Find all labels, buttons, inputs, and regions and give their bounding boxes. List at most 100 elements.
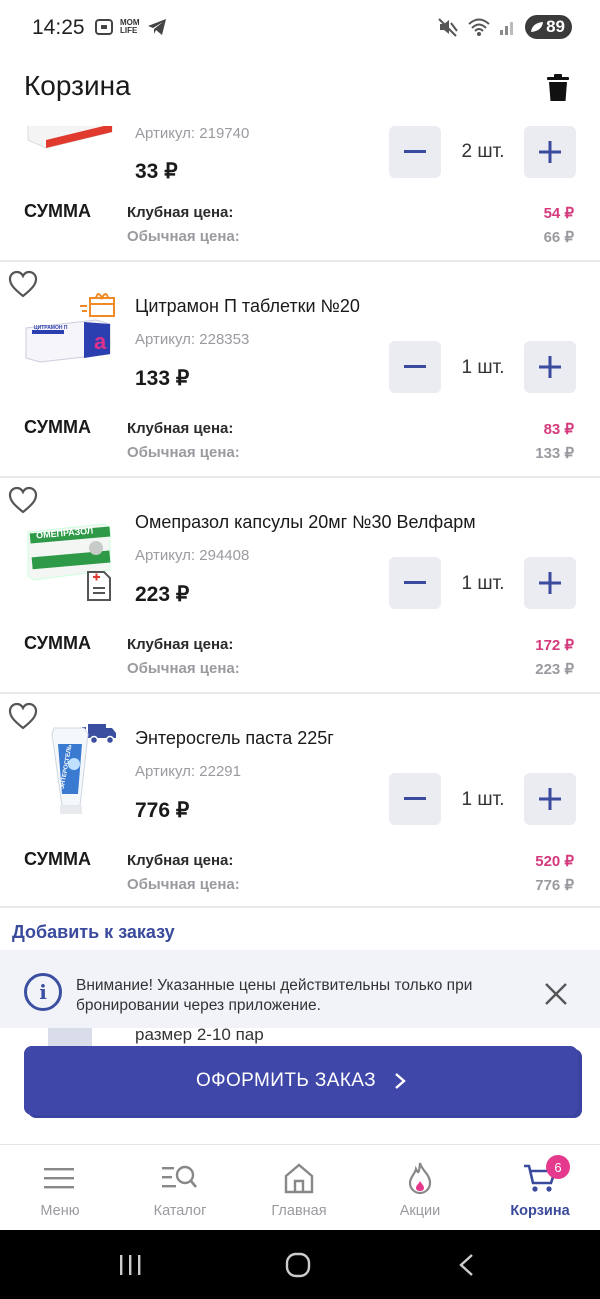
prescription-icon xyxy=(84,570,114,602)
increase-quantity-button[interactable] xyxy=(524,557,576,609)
increase-quantity-button[interactable] xyxy=(524,773,576,825)
back-system-button[interactable] xyxy=(446,1250,486,1280)
heart-icon xyxy=(8,270,38,298)
battery-indicator: 89 xyxy=(525,15,572,39)
increase-quantity-button[interactable] xyxy=(524,341,576,393)
price-notice-banner: i Внимание! Указанные цены действительны… xyxy=(0,950,600,1028)
club-price-label: Клубная цена: xyxy=(127,204,234,221)
heart-icon xyxy=(8,486,38,514)
nav-item-promotions[interactable]: Акции xyxy=(360,1145,480,1231)
cart-item: a ЦИТРАМОН П Цитрамон П таблетки №20 Арт… xyxy=(0,262,600,478)
heart-icon xyxy=(8,702,38,730)
wifi-icon xyxy=(468,18,490,36)
regular-price-label: Обычная цена: xyxy=(127,228,240,245)
nav-item-home[interactable]: Главная xyxy=(239,1145,359,1231)
club-price: 172 ₽ xyxy=(535,637,574,654)
home-icon xyxy=(281,1161,317,1195)
product-name: Энтеросгель паста 225г xyxy=(135,728,334,748)
status-right: 89 xyxy=(437,15,572,39)
back-chevron-icon xyxy=(459,1254,473,1276)
sum-label: СУММА xyxy=(24,417,91,437)
operator-badge: MOM LIFE xyxy=(120,18,140,35)
minus-icon xyxy=(404,581,426,584)
regular-price: 133 ₽ xyxy=(535,445,574,462)
club-price: 54 ₽ xyxy=(543,205,574,222)
product-price: 223 ₽ xyxy=(135,583,190,606)
bottom-navigation: Меню Каталог Главная Акции 6 Корзина xyxy=(0,1144,600,1230)
product-name: Цитрамон П таблетки №20 xyxy=(135,296,360,316)
club-price-label: Клубная цена: xyxy=(127,420,234,437)
suggested-item-name: размер 2-10 пар xyxy=(135,1028,264,1044)
suggested-item-image xyxy=(48,1028,92,1048)
battery-level: 89 xyxy=(546,17,565,36)
regular-price-label: Обычная цена: xyxy=(127,876,240,893)
chevron-right-icon xyxy=(395,1072,406,1089)
product-name: Омепразол капсулы 20мг №30 Велфарм xyxy=(135,512,476,532)
home-system-button[interactable] xyxy=(278,1250,318,1280)
decrease-quantity-button[interactable] xyxy=(389,341,441,393)
regular-price-label: Обычная цена: xyxy=(127,660,240,677)
cart-item: ЭНТЕРОСГЕЛЬ Энтеросгель паста 225г Артик… xyxy=(0,694,600,908)
product-price: 133 ₽ xyxy=(135,367,190,390)
recent-apps-button[interactable] xyxy=(110,1250,150,1280)
trash-icon xyxy=(547,74,569,101)
home-circle-icon xyxy=(285,1252,311,1278)
product-image: ЭНТЕРОСГЕЛЬ xyxy=(44,724,94,816)
decrease-quantity-button[interactable] xyxy=(389,773,441,825)
add-to-order-link[interactable]: Добавить к заказу xyxy=(12,922,175,943)
system-navigation-bar xyxy=(0,1230,600,1299)
favorite-button[interactable] xyxy=(8,702,40,732)
battery-leaf-icon xyxy=(531,22,544,32)
regular-price: 66 ₽ xyxy=(543,229,574,246)
status-bar: 14:25 MOM LIFE 89 xyxy=(0,0,600,56)
favorite-button[interactable] xyxy=(8,486,40,516)
decrease-quantity-button[interactable] xyxy=(389,557,441,609)
favorite-button[interactable] xyxy=(8,270,40,300)
increase-quantity-button[interactable] xyxy=(524,126,576,178)
menu-icon xyxy=(42,1161,78,1195)
product-price: 33 ₽ xyxy=(135,160,178,183)
quantity-value: 1 шт. xyxy=(461,357,505,378)
product-article: Артикул: 219740 xyxy=(135,126,250,142)
nav-label-catalog: Каталог xyxy=(153,1203,207,1219)
product-price: 776 ₽ xyxy=(135,799,190,822)
cart-item: Артикул: 219740 33 ₽ 2 шт. СУММА Клубная… xyxy=(0,126,600,262)
quantity-value: 2 шт. xyxy=(461,141,505,162)
nav-item-cart[interactable]: 6 Корзина xyxy=(480,1145,600,1231)
regular-price: 223 ₽ xyxy=(535,661,574,678)
product-image: a ЦИТРАМОН П xyxy=(24,316,116,404)
product-image xyxy=(24,126,116,152)
sum-label: СУММА xyxy=(24,633,91,653)
close-icon xyxy=(545,983,567,1005)
svg-text:a: a xyxy=(94,329,107,354)
nav-label-menu: Меню xyxy=(40,1203,80,1219)
minus-icon xyxy=(404,797,426,800)
checkout-label: ОФОРМИТЬ ЗАКАЗ xyxy=(195,1069,377,1091)
regular-price: 776 ₽ xyxy=(535,877,574,894)
club-price: 520 ₽ xyxy=(535,853,574,870)
minus-icon xyxy=(404,365,426,368)
quantity-value: 1 шт. xyxy=(461,789,505,810)
decrease-quantity-button[interactable] xyxy=(389,126,441,178)
cart-icon: 6 xyxy=(522,1155,570,1195)
club-price: 83 ₽ xyxy=(543,421,574,438)
suggested-item-peek: размер 2-10 пар xyxy=(0,1028,600,1048)
sum-label: СУММА xyxy=(24,201,91,221)
plus-icon xyxy=(539,141,561,163)
mute-icon xyxy=(438,18,458,37)
notice-text: Внимание! Указанные цены действительны т… xyxy=(76,977,473,1014)
product-package-label: ЦИТРАМОН П xyxy=(34,325,68,331)
checkout-button[interactable]: ОФОРМИТЬ ЗАКАЗ xyxy=(24,1046,578,1115)
recent-apps-icon xyxy=(120,1255,141,1275)
app-header: Корзина xyxy=(0,56,600,126)
minus-icon xyxy=(404,150,426,153)
close-notice-button[interactable] xyxy=(544,982,568,1006)
plus-icon xyxy=(539,356,561,378)
telegram-icon xyxy=(147,19,166,35)
nav-item-menu[interactable]: Меню xyxy=(0,1145,120,1231)
clear-cart-button[interactable] xyxy=(538,68,578,108)
nav-item-catalog[interactable]: Каталог xyxy=(120,1145,240,1231)
nav-label-home: Главная xyxy=(271,1203,327,1219)
nav-label-cart: Корзина xyxy=(510,1203,570,1219)
cart-count-badge: 6 xyxy=(546,1155,570,1179)
